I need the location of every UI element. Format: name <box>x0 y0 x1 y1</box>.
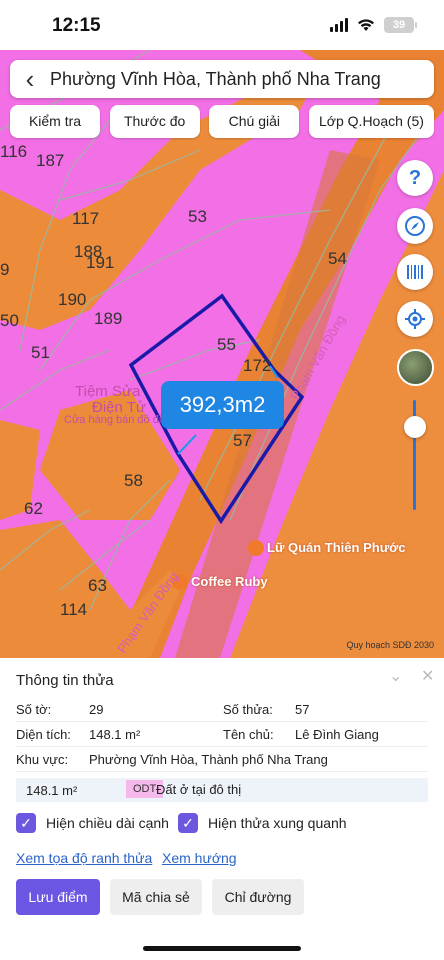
location-title: Phường Vĩnh Hòa, Thành phố Nha Trang <box>50 68 381 89</box>
info-row: Diện tích: 148.1 m² Tên chủ: Lê Đình Gia… <box>16 722 428 747</box>
legend-button[interactable]: Chú giải <box>209 105 300 138</box>
parcel-label: 189 <box>94 309 123 328</box>
home-indicator <box>143 946 301 951</box>
directions-button[interactable]: Chỉ đường <box>212 879 304 915</box>
poi-label: Lữ Quán Thiên Phước <box>267 540 406 555</box>
close-icon[interactable]: ✕ <box>421 666 434 686</box>
check-icon: ✓ <box>178 813 198 833</box>
info-row: Khu vực: Phường Vĩnh Hòa, Thành phố Nha … <box>16 747 428 772</box>
parcel-label: 57 <box>233 431 252 450</box>
panel-title: Thông tin thửa <box>16 672 114 689</box>
toolbar-chips: Kiểm tra Thước đo Chú giải Lớp Q.Hoạch (… <box>10 105 434 138</box>
show-neighbor-parcels-checkbox[interactable]: ✓ Hiện thửa xung quanh <box>178 813 347 833</box>
chevron-down-icon[interactable]: ⌄ <box>389 666 402 686</box>
parcel-label: 63 <box>88 576 107 595</box>
satellite-toggle[interactable] <box>397 349 434 386</box>
info-row: Số tờ: 29 Số thửa: 57 <box>16 697 428 722</box>
measure-button[interactable]: Thước đo <box>109 105 200 138</box>
battery-level: 39 <box>392 19 406 31</box>
poi-label: Coffee Ruby <box>191 574 268 589</box>
parcel-label: 187 <box>36 151 65 170</box>
map-view[interactable]: 116 187 117 53 188 191 54 9 190 189 50 5… <box>0 50 444 658</box>
parcel-no-label: Số thửa: <box>223 702 273 717</box>
parcel-label: 53 <box>188 207 207 226</box>
parcel-label: 114 <box>60 600 88 619</box>
opacity-slider-handle[interactable] <box>404 416 426 438</box>
parcel-label: 9 <box>0 260 10 279</box>
poi-coffee[interactable]: Coffee Ruby <box>172 573 268 591</box>
sheet-label: Số tờ: <box>16 702 52 717</box>
parcel-label: 172 <box>243 356 272 375</box>
area-value: 148.1 m² <box>89 727 141 742</box>
checkbox-label: Hiện chiều dài cạnh <box>46 815 169 831</box>
hotel-icon <box>248 539 264 556</box>
barcode-icon[interactable] <box>397 254 433 290</box>
region-label: Khu vực: <box>16 752 69 767</box>
view-direction-link[interactable]: Xem hướng <box>162 850 237 866</box>
owner-value: Lê Đình Giang <box>295 727 379 742</box>
parcel-no-value: 57 <box>295 702 310 717</box>
wifi-icon <box>358 19 374 31</box>
owner-label: Tên chủ: <box>223 727 274 742</box>
parcel-label: 54 <box>328 249 347 268</box>
area-label: Diện tích: <box>16 727 71 742</box>
parcel-label: 50 <box>0 311 19 330</box>
parcel-label: 117 <box>72 209 100 228</box>
share-code-button[interactable]: Mã chia sẻ <box>110 879 202 915</box>
locate-icon[interactable] <box>397 301 433 337</box>
region-value: Phường Vĩnh Hòa, Thành phố Nha Trang <box>89 752 328 767</box>
clock: 12:15 <box>52 15 101 36</box>
land-use-desc: Đất ở tại đô thị <box>156 782 242 797</box>
area-badge: 392,3m2 <box>161 381 284 429</box>
check-icon: ✓ <box>16 813 36 833</box>
parcel-label: 191 <box>86 253 115 272</box>
land-use-strip: 148.1 m² ODT Đất ở tại đô thị <box>16 778 428 802</box>
parcel-label: 116 <box>0 142 28 161</box>
status-icons: 39 <box>330 17 417 33</box>
parcel-label: 62 <box>24 499 43 518</box>
search-bar[interactable]: ‹ Phường Vĩnh Hòa, Thành phố Nha Trang <box>10 60 434 98</box>
help-icon[interactable]: ? <box>397 160 433 196</box>
check-button[interactable]: Kiểm tra <box>10 105 100 138</box>
status-bar: 12:15 39 <box>0 0 444 50</box>
view-boundary-coords-link[interactable]: Xem tọa độ ranh thửa <box>16 850 152 866</box>
signal-icon <box>330 18 348 32</box>
show-edge-length-checkbox[interactable]: ✓ Hiện chiều dài cạnh <box>16 813 169 833</box>
parcel-label: 51 <box>31 343 50 362</box>
poi-luquan[interactable]: Lữ Quán Thiên Phước <box>248 539 406 557</box>
parcel-label: 58 <box>124 471 143 490</box>
planning-layer-button[interactable]: Lớp Q.Hoạch (5) <box>308 105 434 138</box>
parcel-label: 190 <box>58 290 87 309</box>
back-arrow-icon[interactable]: ‹ <box>10 60 50 98</box>
poi-label: Tiệm Sửa <box>75 383 141 400</box>
poi-label: Cửa hàng bán đồ điện <box>64 414 174 426</box>
save-point-button[interactable]: Lưu điểm <box>16 879 100 915</box>
battery-icon: 39 <box>384 17 417 33</box>
land-use-area: 148.1 m² <box>26 783 78 798</box>
map-credit: Quy hoạch SDĐ 2030 <box>346 640 434 650</box>
sheet-value: 29 <box>89 702 104 717</box>
compass-icon[interactable] <box>397 208 433 244</box>
parcel-label: 55 <box>217 335 236 354</box>
checkbox-label: Hiện thửa xung quanh <box>208 815 347 831</box>
